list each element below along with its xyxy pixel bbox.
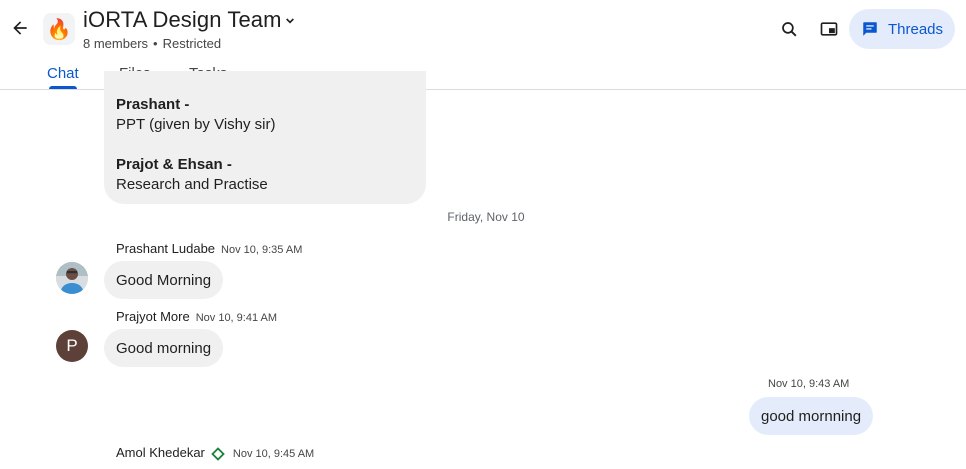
message-text: Good morning <box>116 339 212 357</box>
tab-chat[interactable]: Chat <box>47 65 79 82</box>
message-header: Prajyot More Nov 10, 9:41 AM <box>116 309 277 324</box>
member-count[interactable]: 8 members <box>83 36 148 51</box>
chevron-down-icon[interactable] <box>282 13 298 29</box>
avatar[interactable] <box>56 262 88 294</box>
access-status: Restricted <box>162 36 222 51</box>
message-bubble[interactable]: Prashant - PPT (given by Vishy sir) Praj… <box>104 71 426 204</box>
space-meta: 8 members • Restricted <box>83 36 221 51</box>
message-line-name: Prashant - <box>116 96 190 113</box>
user-photo-icon <box>56 262 88 294</box>
space-title[interactable]: iORTA Design Team <box>83 7 282 33</box>
active-tab-indicator <box>49 86 77 89</box>
space-emoji-icon[interactable]: 🔥 <box>43 13 75 45</box>
message-header: Prashant Ludabe Nov 10, 9:35 AM <box>116 241 302 256</box>
search-icon <box>781 21 797 37</box>
date-divider: Friday, Nov 10 <box>447 210 525 224</box>
message-text: Good Morning <box>116 271 212 289</box>
avatar[interactable]: P <box>56 330 88 362</box>
fire-emoji: 🔥 <box>46 18 72 41</box>
sender-name[interactable]: Amol Khedekar <box>116 445 205 460</box>
message-timestamp: Nov 10, 9:43 AM <box>768 378 850 390</box>
picture-in-picture-icon <box>820 22 838 36</box>
message-line-name: Prajot & Ehsan - <box>116 156 232 173</box>
message-timestamp: Nov 10, 9:41 AM <box>195 312 278 324</box>
open-in-popup-button[interactable] <box>811 11 847 47</box>
message-list[interactable]: Prashant - PPT (given by Vishy sir) Praj… <box>0 71 966 469</box>
message-line-text: Research and Practise <box>116 176 268 193</box>
own-message-bubble[interactable]: good mornning <box>749 397 874 435</box>
arrow-back-icon <box>13 21 27 35</box>
message-text: good mornning <box>761 407 862 425</box>
message-bubble[interactable]: Good morning <box>104 329 224 367</box>
message-timestamp: Nov 10, 9:35 AM <box>221 244 303 256</box>
meta-separator: • <box>153 36 158 51</box>
message-header: Amol Khedekar Nov 10, 9:45 AM <box>116 445 314 461</box>
sender-name[interactable]: Prajyot More <box>116 309 190 324</box>
message-bubble[interactable]: Good Morning <box>104 261 224 299</box>
threads-label: Threads <box>888 20 944 38</box>
search-button[interactable] <box>771 11 807 47</box>
message-line-text: PPT (given by Vishy sir) <box>116 116 276 133</box>
diamond-badge-icon <box>211 446 225 461</box>
threads-button[interactable]: Threads <box>849 9 955 49</box>
sender-name[interactable]: Prashant Ludabe <box>116 241 215 256</box>
message-timestamp: Nov 10, 9:45 AM <box>232 448 315 460</box>
avatar-initial: P <box>66 336 78 355</box>
back-button[interactable] <box>6 14 34 42</box>
threads-icon <box>863 22 877 36</box>
